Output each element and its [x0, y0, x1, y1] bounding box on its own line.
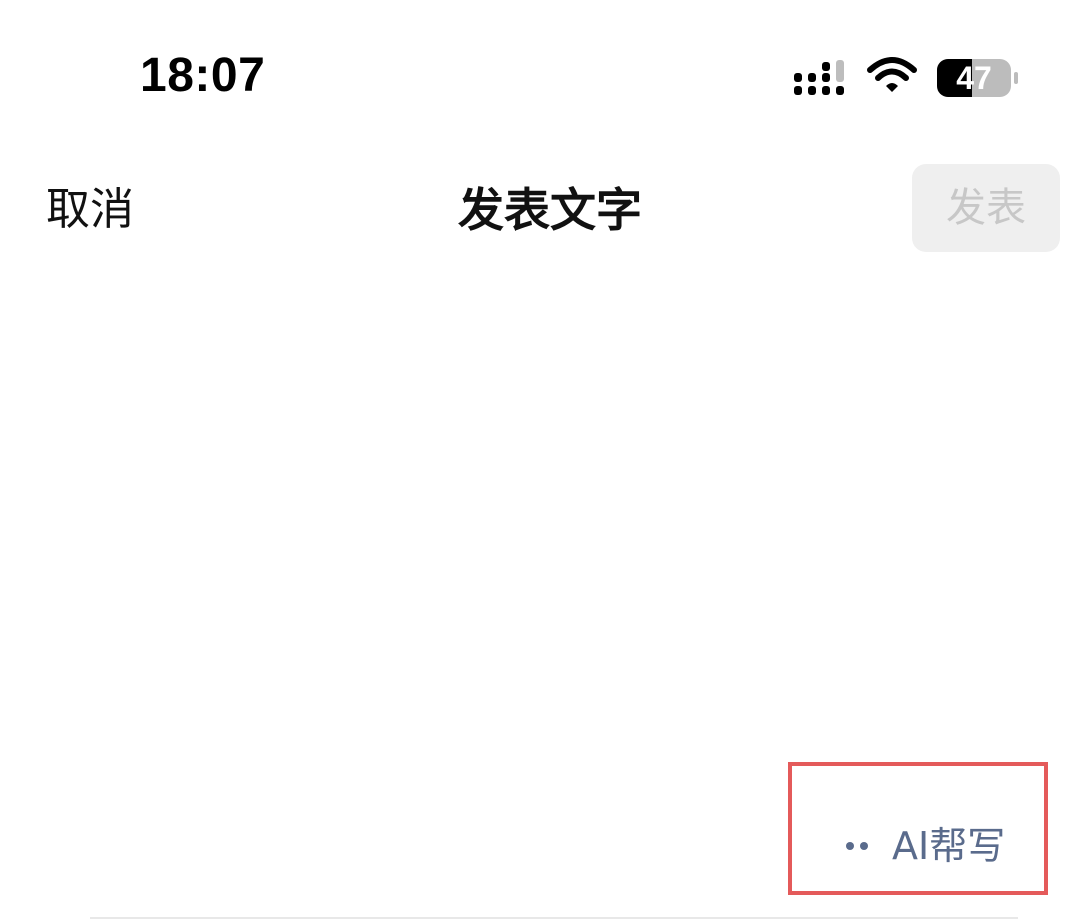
divider: [90, 917, 1018, 919]
status-bar: 18:07 47: [0, 0, 1080, 130]
text-editor[interactable]: [46, 280, 1036, 740]
ai-write-label: AI帮写: [892, 824, 1006, 868]
wifi-icon: [867, 57, 917, 92]
signal-icon: [794, 60, 844, 95]
ai-helper-highlight: AI帮写: [788, 762, 1048, 895]
ai-write-button[interactable]: AI帮写: [846, 822, 1005, 870]
dots-icon: [846, 840, 870, 852]
battery-level: 47: [956, 60, 992, 96]
status-time: 18:07: [140, 49, 266, 102]
publish-button[interactable]: 发表: [912, 164, 1060, 252]
